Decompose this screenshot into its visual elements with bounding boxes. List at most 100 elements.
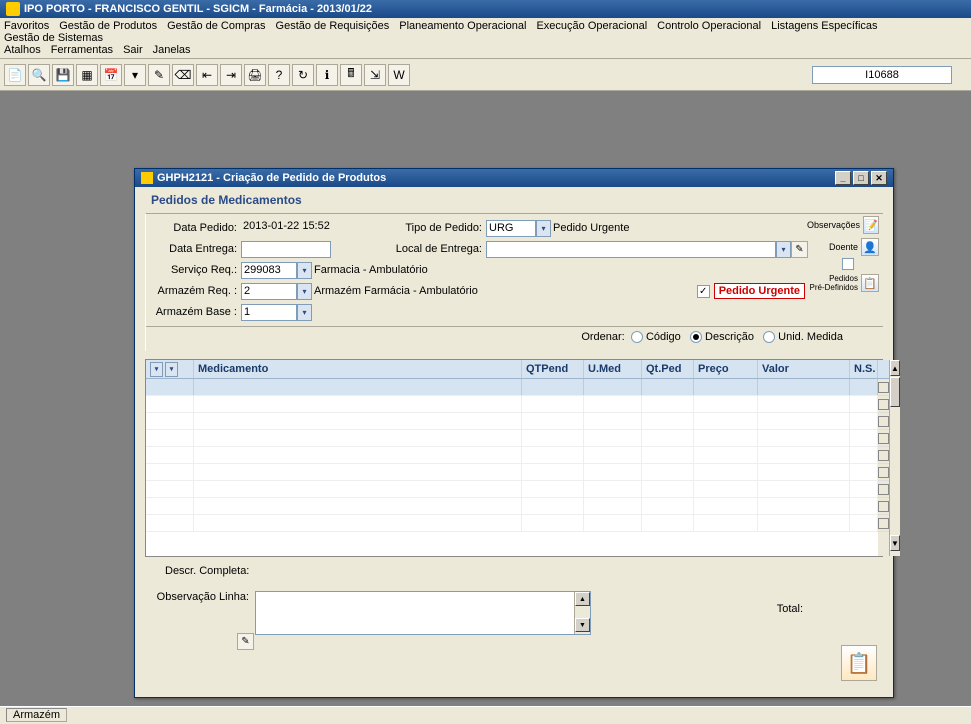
row-ns-checkbox[interactable] bbox=[878, 484, 889, 495]
tb-next-icon[interactable]: ⇥ bbox=[220, 64, 242, 86]
tb-help-icon[interactable]: ? bbox=[268, 64, 290, 86]
tb-word-icon[interactable]: W bbox=[388, 64, 410, 86]
hdr-qtped[interactable]: Qt.Ped bbox=[642, 360, 694, 378]
toolbar-code-field[interactable] bbox=[812, 66, 952, 84]
row-ns-checkbox[interactable] bbox=[878, 501, 889, 512]
radio-descricao-label[interactable]: Descrição bbox=[705, 331, 754, 343]
tb-dropdown-icon[interactable]: ▾ bbox=[124, 64, 146, 86]
ta-scroll-down-icon[interactable]: ▼ bbox=[575, 618, 590, 632]
local-entrega-edit-icon[interactable]: ✎ bbox=[791, 241, 808, 258]
menu-gestao-compras[interactable]: Gestão de Compras bbox=[167, 20, 265, 32]
armazem-req-field[interactable] bbox=[241, 283, 297, 300]
radio-unid[interactable] bbox=[763, 331, 775, 343]
row-ns-checkbox[interactable] bbox=[878, 399, 889, 410]
menu-listagens[interactable]: Listagens Específicas bbox=[771, 20, 877, 32]
menu-janelas[interactable]: Janelas bbox=[153, 44, 191, 56]
radio-descricao[interactable] bbox=[690, 331, 702, 343]
table-row[interactable] bbox=[146, 413, 878, 430]
tb-search-icon[interactable]: 🔍 bbox=[28, 64, 50, 86]
servico-req-dropdown[interactable]: ▾ bbox=[297, 262, 312, 279]
tb-prev-icon[interactable]: ⇤ bbox=[196, 64, 218, 86]
menu-atalhos[interactable]: Atalhos bbox=[4, 44, 41, 56]
menu-favoritos[interactable]: Favoritos bbox=[4, 20, 49, 32]
hdr-preco[interactable]: Preço bbox=[694, 360, 758, 378]
tb-new-icon[interactable]: 📄 bbox=[4, 64, 26, 86]
armazem-base-field[interactable] bbox=[241, 304, 297, 321]
armazem-base-dropdown[interactable]: ▾ bbox=[297, 304, 312, 321]
lbl-armazem-req: Armazém Req. : bbox=[146, 285, 241, 297]
data-entrega-field[interactable] bbox=[241, 241, 331, 258]
local-entrega-field[interactable] bbox=[486, 241, 776, 258]
menu-sair[interactable]: Sair bbox=[123, 44, 143, 56]
table-row[interactable] bbox=[146, 396, 878, 413]
tipo-pedido-field[interactable] bbox=[486, 220, 536, 237]
row-ns-checkbox[interactable] bbox=[878, 518, 889, 529]
scroll-up-icon[interactable]: ▲ bbox=[890, 360, 900, 376]
table-row[interactable] bbox=[146, 379, 878, 396]
tipo-pedido-dropdown[interactable]: ▾ bbox=[536, 220, 551, 237]
row-ns-checkbox[interactable] bbox=[878, 382, 889, 393]
menu-sistemas[interactable]: Gestão de Sistemas bbox=[4, 32, 103, 44]
hdr-dd2[interactable]: ▾ bbox=[165, 362, 178, 377]
menu-gestao-requisicoes[interactable]: Gestão de Requisições bbox=[276, 20, 390, 32]
menu-controlo[interactable]: Controlo Operacional bbox=[657, 20, 761, 32]
pedido-urgente-checkbox[interactable]: ✓ bbox=[697, 285, 710, 298]
scroll-thumb[interactable] bbox=[890, 377, 900, 407]
lbl-total: Total: bbox=[777, 603, 803, 615]
close-button[interactable]: ✕ bbox=[871, 171, 887, 185]
tb-export-icon[interactable]: ⇲ bbox=[364, 64, 386, 86]
tb-save-icon[interactable]: 💾 bbox=[52, 64, 74, 86]
observacao-edit-icon[interactable]: ✎ bbox=[237, 633, 254, 650]
ta-scroll-up-icon[interactable]: ▲ bbox=[575, 592, 590, 606]
submit-clipboard-button[interactable]: 📋 bbox=[841, 645, 877, 681]
tb-info-icon[interactable]: ℹ bbox=[316, 64, 338, 86]
hdr-umed[interactable]: U.Med bbox=[584, 360, 642, 378]
table-row[interactable] bbox=[146, 464, 878, 481]
ns-checkbox-column bbox=[878, 360, 889, 556]
side-icons: Observações 📝 Doente 👤 Pedidos Pré-Defin… bbox=[807, 216, 879, 296]
tb-refresh-icon[interactable]: ↻ bbox=[292, 64, 314, 86]
menu-gestao-produtos[interactable]: Gestão de Produtos bbox=[59, 20, 157, 32]
hdr-valor[interactable]: Valor bbox=[758, 360, 850, 378]
radio-unid-label[interactable]: Unid. Medida bbox=[778, 331, 843, 343]
data-pedido-value: 2013-01-22 15:52 bbox=[241, 220, 351, 237]
table-row[interactable] bbox=[146, 481, 878, 498]
scroll-down-icon[interactable]: ▼ bbox=[890, 535, 900, 551]
row-ns-checkbox[interactable] bbox=[878, 450, 889, 461]
hdr-dd1[interactable]: ▾ bbox=[150, 362, 163, 377]
hdr-qtpend[interactable]: QTPend bbox=[522, 360, 584, 378]
menu-planeamento[interactable]: Planeamento Operacional bbox=[399, 20, 526, 32]
table-row[interactable] bbox=[146, 430, 878, 447]
local-entrega-dropdown[interactable]: ▾ bbox=[776, 241, 791, 258]
pedidos-predef-button[interactable]: 📋 bbox=[861, 274, 879, 292]
radio-codigo-label[interactable]: Código bbox=[646, 331, 681, 343]
tb-edit-icon[interactable]: ✎ bbox=[148, 64, 170, 86]
tb-grid-icon[interactable]: ▦ bbox=[76, 64, 98, 86]
minimize-button[interactable]: _ bbox=[835, 171, 851, 185]
menu-ferramentas[interactable]: Ferramentas bbox=[51, 44, 113, 56]
observacao-linha-textarea[interactable]: ▲ ▼ bbox=[255, 591, 591, 635]
menu-execucao[interactable]: Execução Operacional bbox=[536, 20, 647, 32]
doente-button[interactable]: 👤 bbox=[861, 238, 879, 256]
iw-titlebar[interactable]: GHPH2121 - Criação de Pedido de Produtos… bbox=[135, 169, 893, 187]
table-scrollbar[interactable]: ▲ ▼ bbox=[889, 360, 900, 556]
table-row[interactable] bbox=[146, 498, 878, 515]
radio-codigo[interactable] bbox=[631, 331, 643, 343]
row-ns-checkbox[interactable] bbox=[878, 416, 889, 427]
servico-req-field[interactable] bbox=[241, 262, 297, 279]
maximize-button[interactable]: □ bbox=[853, 171, 869, 185]
row-ns-checkbox[interactable] bbox=[878, 433, 889, 444]
table-row[interactable] bbox=[146, 515, 878, 532]
doente-checkbox[interactable] bbox=[842, 258, 854, 270]
armazem-req-dropdown[interactable]: ▾ bbox=[297, 283, 312, 300]
row-ns-checkbox[interactable] bbox=[878, 467, 889, 478]
hdr-medicamento[interactable]: Medicamento bbox=[194, 360, 522, 378]
observacoes-button[interactable]: 📝 bbox=[863, 216, 879, 234]
tb-erase-icon[interactable]: ⌫ bbox=[172, 64, 194, 86]
tb-calendar-icon[interactable]: 📅 bbox=[100, 64, 122, 86]
app-icon bbox=[6, 2, 20, 16]
hdr-ns[interactable]: N.S. bbox=[850, 360, 878, 378]
tb-print-icon[interactable]: 🖨 bbox=[244, 64, 266, 86]
tb-calc-icon[interactable]: 🖩 bbox=[340, 64, 362, 86]
table-row[interactable] bbox=[146, 447, 878, 464]
